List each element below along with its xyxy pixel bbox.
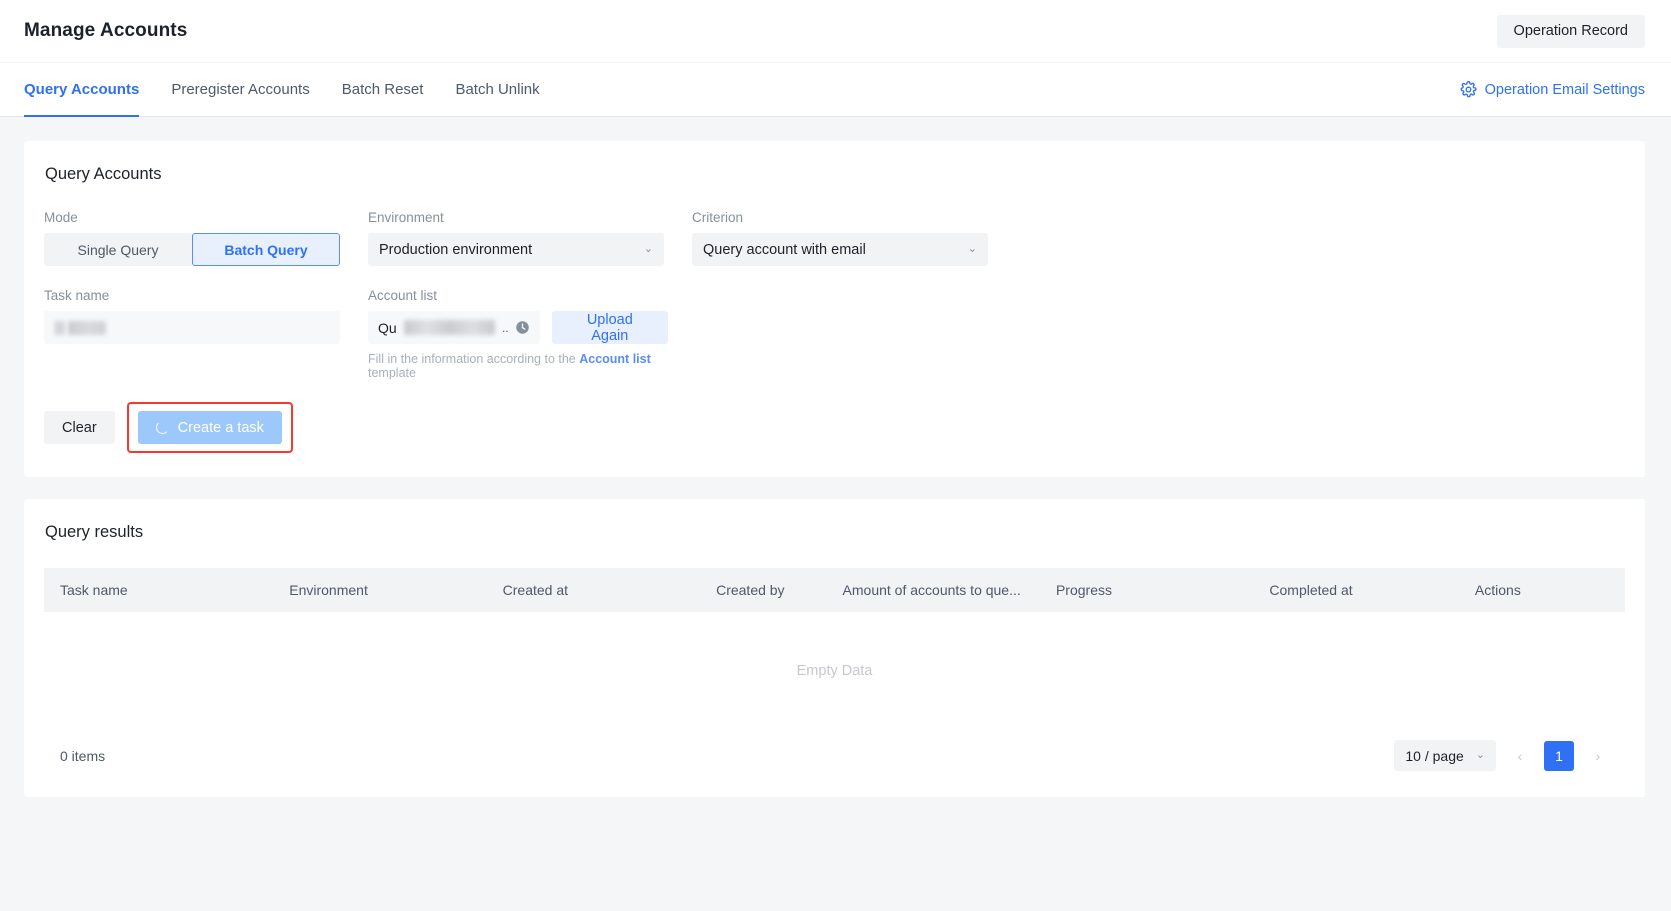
tab-bar: Query Accounts Preregister Accounts Batc…: [0, 63, 1671, 117]
tab-preregister-accounts[interactable]: Preregister Accounts: [155, 63, 325, 116]
create-task-highlight-annotation: Create a task: [126, 402, 293, 453]
task-name-label: Task name: [44, 288, 110, 303]
account-list-template-link[interactable]: Account list: [579, 352, 651, 366]
task-name-field: Task name: [44, 288, 340, 380]
environment-select[interactable]: Production environment ⌄: [368, 233, 664, 266]
column-task-name: Task name: [44, 568, 274, 612]
criterion-select[interactable]: Query account with email ⌄: [692, 233, 988, 266]
operation-record-button[interactable]: Operation Record: [1496, 14, 1645, 48]
main-content: Query Accounts Mode Single Query Batch Q…: [0, 117, 1671, 797]
form-row-secondary: Task name Account list Qu .. Upload Agai…: [44, 288, 1625, 380]
table-header: Task name Environment Created at Created…: [44, 568, 1625, 612]
column-amount-of-accounts: Amount of accounts to que...: [826, 568, 1040, 612]
manage-accounts-page: Manage Accounts Operation Record Query A…: [0, 0, 1671, 911]
create-task-label: Create a task: [177, 419, 264, 436]
chevron-down-icon: ⌄: [967, 243, 977, 255]
mode-option-batch-query[interactable]: Batch Query: [192, 233, 340, 266]
mode-field: Mode Single Query Batch Query: [44, 210, 340, 266]
page-size-select[interactable]: 10 / page ⌄: [1394, 740, 1496, 771]
criterion-selected-value: Query account with email: [703, 241, 866, 258]
mode-segmented-control: Single Query Batch Query: [44, 233, 340, 266]
query-accounts-card: Query Accounts Mode Single Query Batch Q…: [24, 141, 1645, 477]
table-header-row: Task name Environment Created at Created…: [44, 568, 1625, 612]
query-results-table: Task name Environment Created at Created…: [44, 568, 1625, 612]
task-name-input[interactable]: [44, 311, 340, 344]
column-created-by: Created by: [700, 568, 827, 612]
help-text-prefix: Fill in the information according to the: [368, 352, 580, 366]
uploaded-file-name-ellipsis: ..: [501, 320, 509, 335]
page-header: Manage Accounts Operation Record: [0, 0, 1671, 63]
page-size-value: 10 / page: [1405, 747, 1464, 764]
pagination: 10 / page ⌄ ‹ 1 ›: [1394, 740, 1609, 771]
chevron-down-icon: ⌄: [1475, 749, 1485, 761]
task-name-redacted-b: [68, 320, 106, 335]
tab-list: Query Accounts Preregister Accounts Batc…: [24, 63, 556, 117]
form-row-primary: Mode Single Query Batch Query Environmen…: [44, 210, 1625, 266]
task-name-redacted-a: [55, 320, 65, 335]
clear-button[interactable]: Clear: [44, 411, 115, 444]
column-completed-at: Completed at: [1253, 568, 1459, 612]
criterion-field: Criterion Query account with email ⌄: [692, 210, 988, 266]
clock-icon: [515, 320, 530, 335]
query-results-card: Query results Task name Environment Crea…: [24, 499, 1645, 797]
uploaded-file-name-redacted: [403, 320, 495, 335]
operation-email-settings-link[interactable]: Operation Email Settings: [1460, 81, 1645, 98]
help-text-suffix: template: [368, 366, 416, 380]
create-task-button[interactable]: Create a task: [137, 411, 282, 444]
pagination-page-1[interactable]: 1: [1544, 740, 1574, 771]
account-list-label: Account list: [368, 288, 438, 303]
mode-option-single-query[interactable]: Single Query: [44, 233, 192, 266]
query-accounts-title: Query Accounts: [45, 165, 162, 183]
criterion-label: Criterion: [692, 210, 744, 225]
loading-spinner-icon: [155, 421, 169, 434]
query-results-title: Query results: [45, 523, 144, 541]
column-created-at: Created at: [486, 568, 701, 612]
tab-batch-reset[interactable]: Batch Reset: [326, 63, 440, 116]
account-list-field: Account list Qu .. Upload Again Fill in …: [368, 288, 668, 380]
operation-email-settings-label: Operation Email Settings: [1484, 81, 1645, 98]
uploaded-file-chip[interactable]: Qu ..: [368, 311, 540, 344]
gear-icon: [1460, 81, 1477, 98]
column-environment: Environment: [273, 568, 487, 612]
chevron-down-icon: ⌄: [643, 243, 653, 255]
column-actions: Actions: [1458, 568, 1625, 612]
empty-state: Empty Data: [796, 663, 873, 679]
page-title: Manage Accounts: [24, 20, 188, 41]
mode-label: Mode: [44, 210, 78, 225]
environment-selected-value: Production environment: [379, 241, 533, 258]
column-progress: Progress: [1039, 568, 1254, 612]
pagination-prev-button[interactable]: ‹: [1509, 741, 1531, 771]
uploaded-file-name: Qu: [378, 319, 397, 336]
items-count-label: 0 items: [60, 747, 106, 764]
form-actions: Clear Create a task: [44, 402, 1625, 453]
account-list-help-text: Fill in the information according to the…: [368, 352, 668, 380]
account-list-upload-row: Qu .. Upload Again: [368, 311, 668, 344]
table-footer: 0 items 10 / page ⌄ ‹ 1 ›: [44, 730, 1625, 777]
environment-field: Environment Production environment ⌄: [368, 210, 664, 266]
tab-batch-unlink[interactable]: Batch Unlink: [439, 63, 555, 116]
tab-query-accounts[interactable]: Query Accounts: [24, 63, 155, 117]
pagination-next-button[interactable]: ›: [1587, 741, 1609, 771]
upload-again-button[interactable]: Upload Again: [551, 311, 668, 344]
environment-label: Environment: [368, 210, 444, 225]
